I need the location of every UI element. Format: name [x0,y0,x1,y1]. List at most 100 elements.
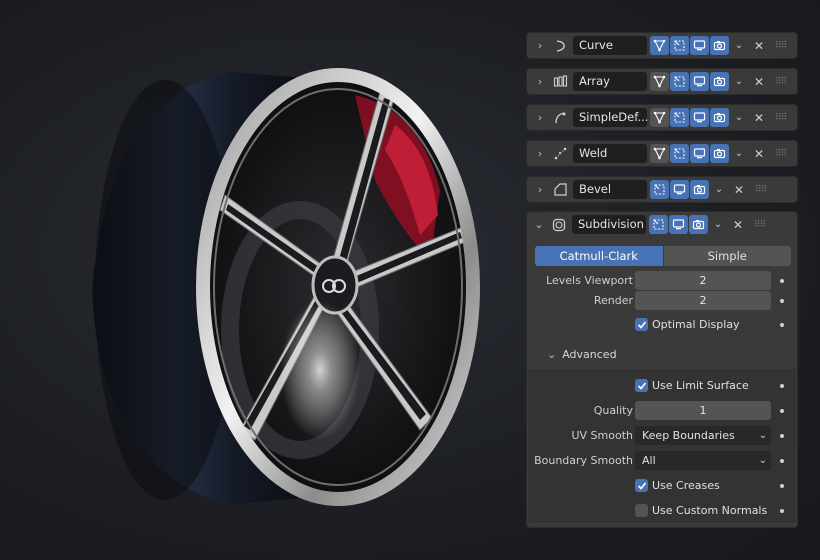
levels-viewport-field[interactable]: 2 [635,271,771,290]
drag-handle-icon[interactable]: ⠿⠿ [754,220,770,230]
close-icon[interactable]: ✕ [751,75,767,89]
chevron-right-icon[interactable]: › [531,183,549,196]
close-icon[interactable]: ✕ [731,183,747,197]
editmode-toggle[interactable] [650,108,669,127]
close-icon[interactable]: ✕ [751,147,767,161]
chevron-right-icon[interactable]: › [531,111,549,124]
use-custom-normals-checkbox[interactable] [635,504,648,517]
modifier-header-bevel[interactable]: › Bevel ⌄ ✕ ⠿⠿ [526,176,798,203]
render-camera-icon[interactable] [710,108,729,127]
chevron-down-icon[interactable]: ⌄ [710,219,726,230]
chevron-down-icon[interactable]: ⌄ [731,40,747,51]
editmode-toggle[interactable] [650,36,669,55]
modifier-name-field[interactable]: Subdivision [572,215,646,234]
on-cage-toggle[interactable] [649,215,668,234]
drag-handle-icon[interactable]: ⠿⠿ [775,41,791,51]
realtime-monitor-icon[interactable] [670,180,689,199]
chevron-down-icon: ⌄ [758,455,767,466]
render-levels-label: Render [593,294,633,307]
keyframe-dot[interactable] [780,484,784,488]
modifier-header-simpledef[interactable]: › SimpleDef... ⌄ ✕ ⠿⠿ [526,104,798,131]
keyframe-dot[interactable] [780,509,784,513]
realtime-monitor-icon[interactable] [690,36,709,55]
weld-modifier-icon [550,146,570,162]
close-icon[interactable]: ✕ [730,218,746,232]
render-camera-icon[interactable] [710,72,729,91]
modifier-name-field[interactable]: SimpleDef... [573,108,647,127]
use-creases-checkbox[interactable] [635,479,648,492]
modifier-header-weld[interactable]: › Weld ⌄ ✕ ⠿⠿ [526,140,798,167]
keyframe-dot[interactable] [780,409,784,413]
render-levels-field[interactable]: 2 [635,291,771,310]
keyframe-dot[interactable] [780,323,784,327]
use-limit-surface-row: Use Limit Surface [527,376,799,396]
editmode-toggle[interactable] [650,72,669,91]
realtime-monitor-icon[interactable] [690,72,709,91]
subdivision-modifier-icon [549,217,569,233]
drag-handle-icon[interactable]: ⠿⠿ [775,77,791,87]
drag-handle-icon[interactable]: ⠿⠿ [755,185,771,195]
chevron-down-icon: ⌄ [547,348,557,361]
drag-handle-icon[interactable]: ⠿⠿ [775,149,791,159]
modifier-name-field[interactable]: Curve [573,36,647,55]
boundary-smooth-label: Boundary Smooth [534,454,633,467]
chevron-right-icon[interactable]: › [531,147,549,160]
keyframe-dot[interactable] [780,279,784,283]
on-cage-toggle[interactable] [670,108,689,127]
keyframe-dot[interactable] [780,299,784,303]
modifier-name-field[interactable]: Array [573,72,647,91]
editmode-toggle[interactable] [650,144,669,163]
realtime-monitor-icon[interactable] [690,108,709,127]
simple-button[interactable]: Simple [662,246,791,266]
uv-smooth-label: UV Smooth [571,429,633,442]
uv-smooth-row: UV Smooth Keep Boundaries ⌄ [527,426,799,446]
advanced-subpanel-header[interactable]: ⌄ Advanced [547,345,617,365]
keyframe-dot[interactable] [780,459,784,463]
close-icon[interactable]: ✕ [751,39,767,53]
chevron-down-icon[interactable]: ⌄ [731,148,747,159]
on-cage-toggle[interactable] [670,72,689,91]
render-camera-icon[interactable] [710,36,729,55]
chevron-right-icon[interactable]: › [531,75,549,88]
keyframe-dot[interactable] [780,384,784,388]
render-levels-row: Render 2 [527,291,799,311]
advanced-label: Advanced [562,348,617,361]
realtime-monitor-icon[interactable] [669,215,688,234]
subdivision-modifier-header[interactable]: ⌄ Subdivision ⌄ ✕ ⠿⠿ [526,211,798,238]
simpledeform-modifier-icon [550,110,570,126]
quality-field[interactable]: 1 [635,401,771,420]
use-creases-label: Use Creases [652,479,720,492]
curve-modifier-icon [550,38,570,54]
optimal-display-checkbox[interactable] [635,318,648,331]
on-cage-toggle[interactable] [650,180,669,199]
use-custom-normals-label: Use Custom Normals [652,504,768,517]
on-cage-toggle[interactable] [670,144,689,163]
render-camera-icon[interactable] [689,215,708,234]
render-camera-icon[interactable] [690,180,709,199]
modifier-header-curve[interactable]: › Curve ⌄ ✕ ⠿⠿ [526,32,798,59]
modifier-header-array[interactable]: › Array ⌄ ✕ ⠿⠿ [526,68,798,95]
chevron-right-icon[interactable]: › [531,39,549,52]
modifier-name-field[interactable]: Bevel [573,180,647,199]
chevron-down-icon[interactable]: ⌄ [731,112,747,123]
realtime-monitor-icon[interactable] [690,144,709,163]
boundary-smooth-dropdown[interactable]: All ⌄ [635,451,771,470]
quality-label: Quality [593,404,633,417]
use-limit-surface-label: Use Limit Surface [652,379,749,392]
drag-handle-icon[interactable]: ⠿⠿ [775,113,791,123]
close-icon[interactable]: ✕ [751,111,767,125]
catmull-clark-button[interactable]: Catmull-Clark [535,246,663,266]
quality-row: Quality 1 [527,401,799,421]
use-limit-surface-checkbox[interactable] [635,379,648,392]
chevron-down-icon[interactable]: ⌄ [530,218,548,231]
on-cage-toggle[interactable] [670,36,689,55]
uv-smooth-value: Keep Boundaries [642,429,735,442]
chevron-down-icon[interactable]: ⌄ [731,76,747,87]
render-camera-icon[interactable] [710,144,729,163]
subdivision-modifier-panel: ⌄ Subdivision ⌄ ✕ ⠿⠿ Catmull-Clark Simpl… [526,211,798,528]
keyframe-dot[interactable] [780,434,784,438]
modifier-name-field[interactable]: Weld [573,144,647,163]
use-custom-normals-row: Use Custom Normals [527,501,799,521]
uv-smooth-dropdown[interactable]: Keep Boundaries ⌄ [635,426,771,445]
chevron-down-icon[interactable]: ⌄ [711,184,727,195]
